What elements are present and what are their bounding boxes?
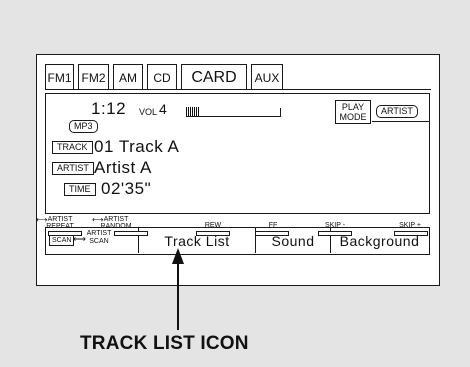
callout-label: TRACK LIST ICON (80, 333, 249, 354)
callout-arrow-icon (172, 248, 184, 330)
